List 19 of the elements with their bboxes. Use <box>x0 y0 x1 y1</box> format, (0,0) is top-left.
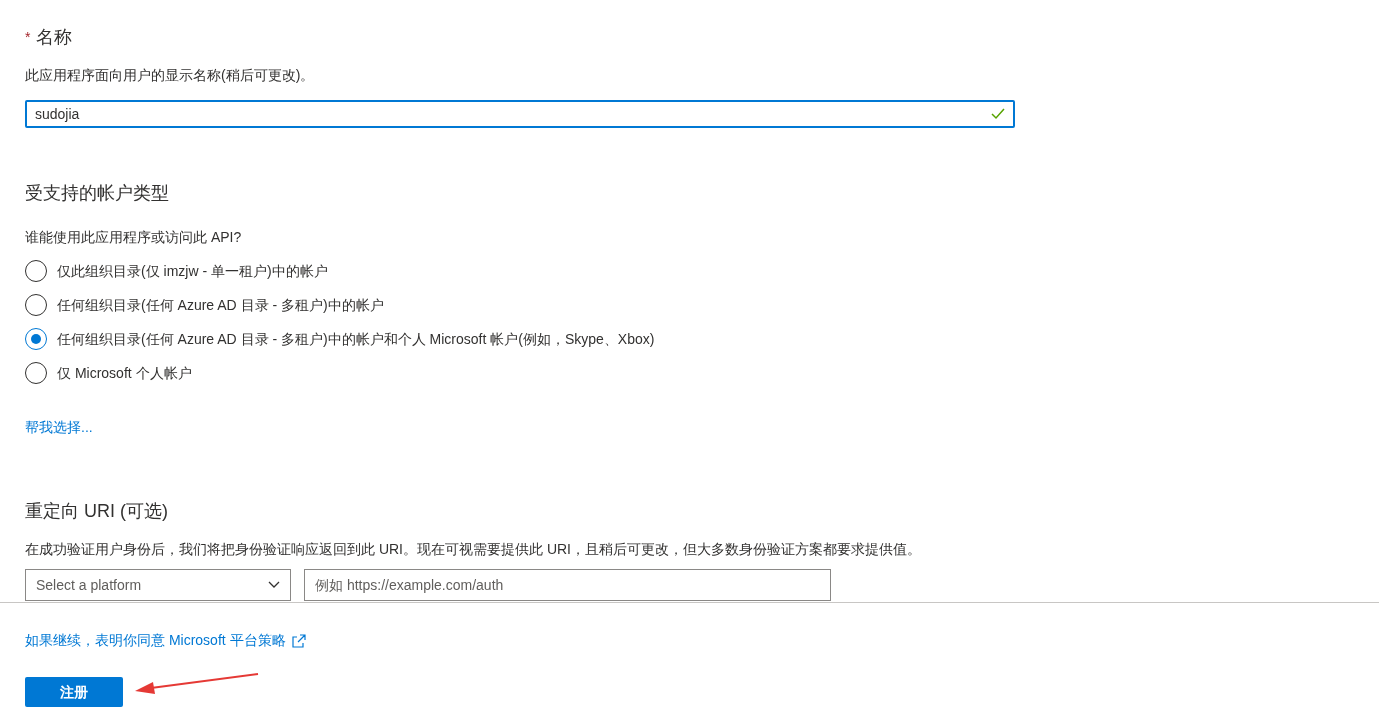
field-label: 名称 <box>36 26 73 49</box>
radio-option[interactable]: 任何组织目录(任何 Azure AD 目录 - 多租户)中的帐户 <box>25 294 1379 316</box>
name-input[interactable]: sudojia <box>25 100 1015 128</box>
uri-input[interactable]: 例如 https://example.com/auth <box>304 569 831 601</box>
register-button[interactable]: 注册 <box>25 677 123 707</box>
help-link[interactable]: 帮我选择... <box>25 417 93 438</box>
section-title: 受支持的帐户类型 <box>25 182 170 205</box>
platform-select[interactable]: Select a platform <box>25 569 291 601</box>
section-title: 重定向 URI (可选) <box>25 500 169 523</box>
chevron-down-icon <box>268 581 280 589</box>
radio-option[interactable]: 仅 Microsoft 个人帐户 <box>25 362 1379 384</box>
radio-option[interactable]: 仅此组织目录(仅 imzjw - 单一租户)中的帐户 <box>25 260 1379 282</box>
required-mark: * <box>25 28 31 47</box>
section-question: 谁能使用此应用程序或访问此 API? <box>25 228 243 247</box>
section-description: 在成功验证用户身份后，我们将把身份验证响应返回到此 URI。现在可视需要提供此 URI，且稍后可更改，但大多数身份验证方案都要求提供值。 <box>25 540 922 559</box>
external-link-icon <box>291 633 306 648</box>
field-description: 此应用程序面向用户的显示名称(稍后可更改)。 <box>25 66 316 85</box>
radio-option[interactable]: 任何组织目录(任何 Azure AD 目录 - 多租户)中的帐户和个人 Microsoft 帐户(例如，Skype、Xbox) <box>25 328 1379 350</box>
policy-link[interactable]: 如果继续，表明你同意 Microsoft 平台策略 <box>25 630 306 651</box>
